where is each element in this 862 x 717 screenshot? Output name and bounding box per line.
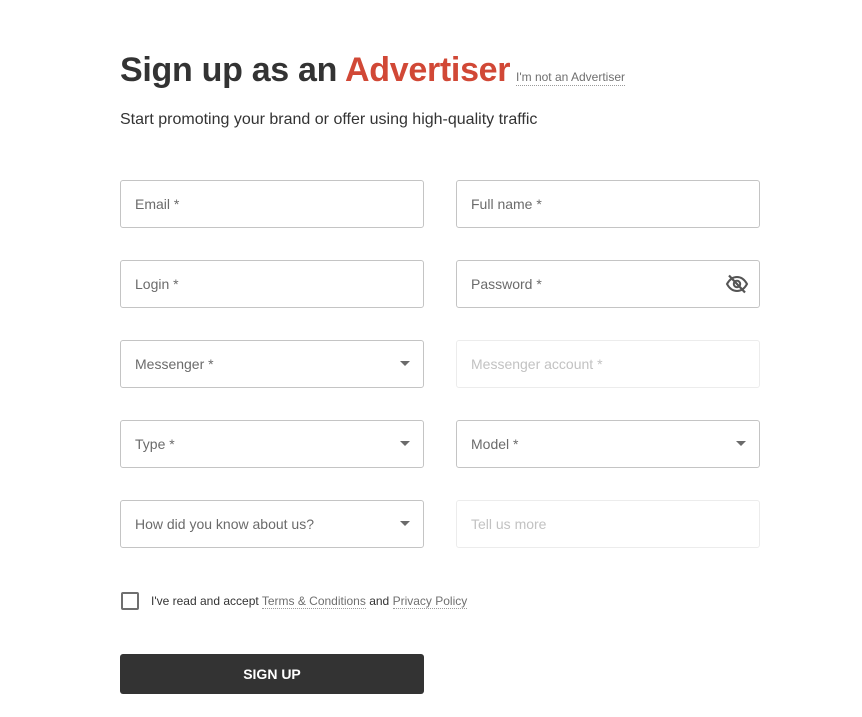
messenger-select[interactable]: Messenger * — [120, 340, 424, 388]
messenger-placeholder: Messenger * — [135, 356, 214, 372]
password-field[interactable]: Password * — [456, 260, 760, 308]
model-placeholder: Model * — [471, 436, 519, 452]
password-placeholder: Password * — [471, 276, 542, 292]
messenger-account-placeholder: Messenger account * — [471, 356, 603, 372]
source-select[interactable]: How did you know about us? — [120, 500, 424, 548]
messenger-account-field[interactable]: Messenger account * — [456, 340, 760, 388]
source-placeholder: How did you know about us? — [135, 516, 314, 532]
email-placeholder: Email * — [135, 196, 180, 212]
terms-link[interactable]: Terms & Conditions — [261, 594, 366, 609]
page-subtitle: Start promoting your brand or offer usin… — [120, 111, 538, 128]
full-name-field[interactable]: Full name * — [456, 180, 760, 228]
chevron-down-icon — [400, 441, 410, 446]
title-accent: Advertiser — [345, 51, 511, 89]
consent-text-middle: and — [365, 594, 393, 608]
email-field[interactable]: Email * — [120, 180, 424, 228]
sign-up-button[interactable]: SIGN UP — [120, 654, 424, 694]
login-field[interactable]: Login * — [120, 260, 424, 308]
not-advertiser-link[interactable]: I'm not an Advertiser — [516, 70, 626, 86]
type-select[interactable]: Type * — [120, 420, 424, 468]
tell-us-more-field[interactable]: Tell us more — [456, 500, 760, 548]
model-select[interactable]: Model * — [456, 420, 760, 468]
title-prefix: Sign up as an — [120, 51, 346, 89]
type-placeholder: Type * — [135, 436, 175, 452]
chevron-down-icon — [736, 441, 746, 446]
consent-text: I've read and accept Terms & Conditions … — [151, 593, 468, 609]
eye-slash-icon[interactable] — [725, 274, 749, 294]
full-name-placeholder: Full name * — [471, 196, 542, 212]
consent-text-before: I've read and accept — [151, 594, 262, 608]
chevron-down-icon — [400, 521, 410, 526]
privacy-link[interactable]: Privacy Policy — [392, 594, 468, 609]
page-title: Sign up as an Advertiser — [120, 48, 511, 92]
tell-us-more-placeholder: Tell us more — [471, 516, 547, 532]
login-placeholder: Login * — [135, 276, 179, 292]
chevron-down-icon — [400, 361, 410, 366]
terms-checkbox[interactable] — [121, 592, 139, 610]
